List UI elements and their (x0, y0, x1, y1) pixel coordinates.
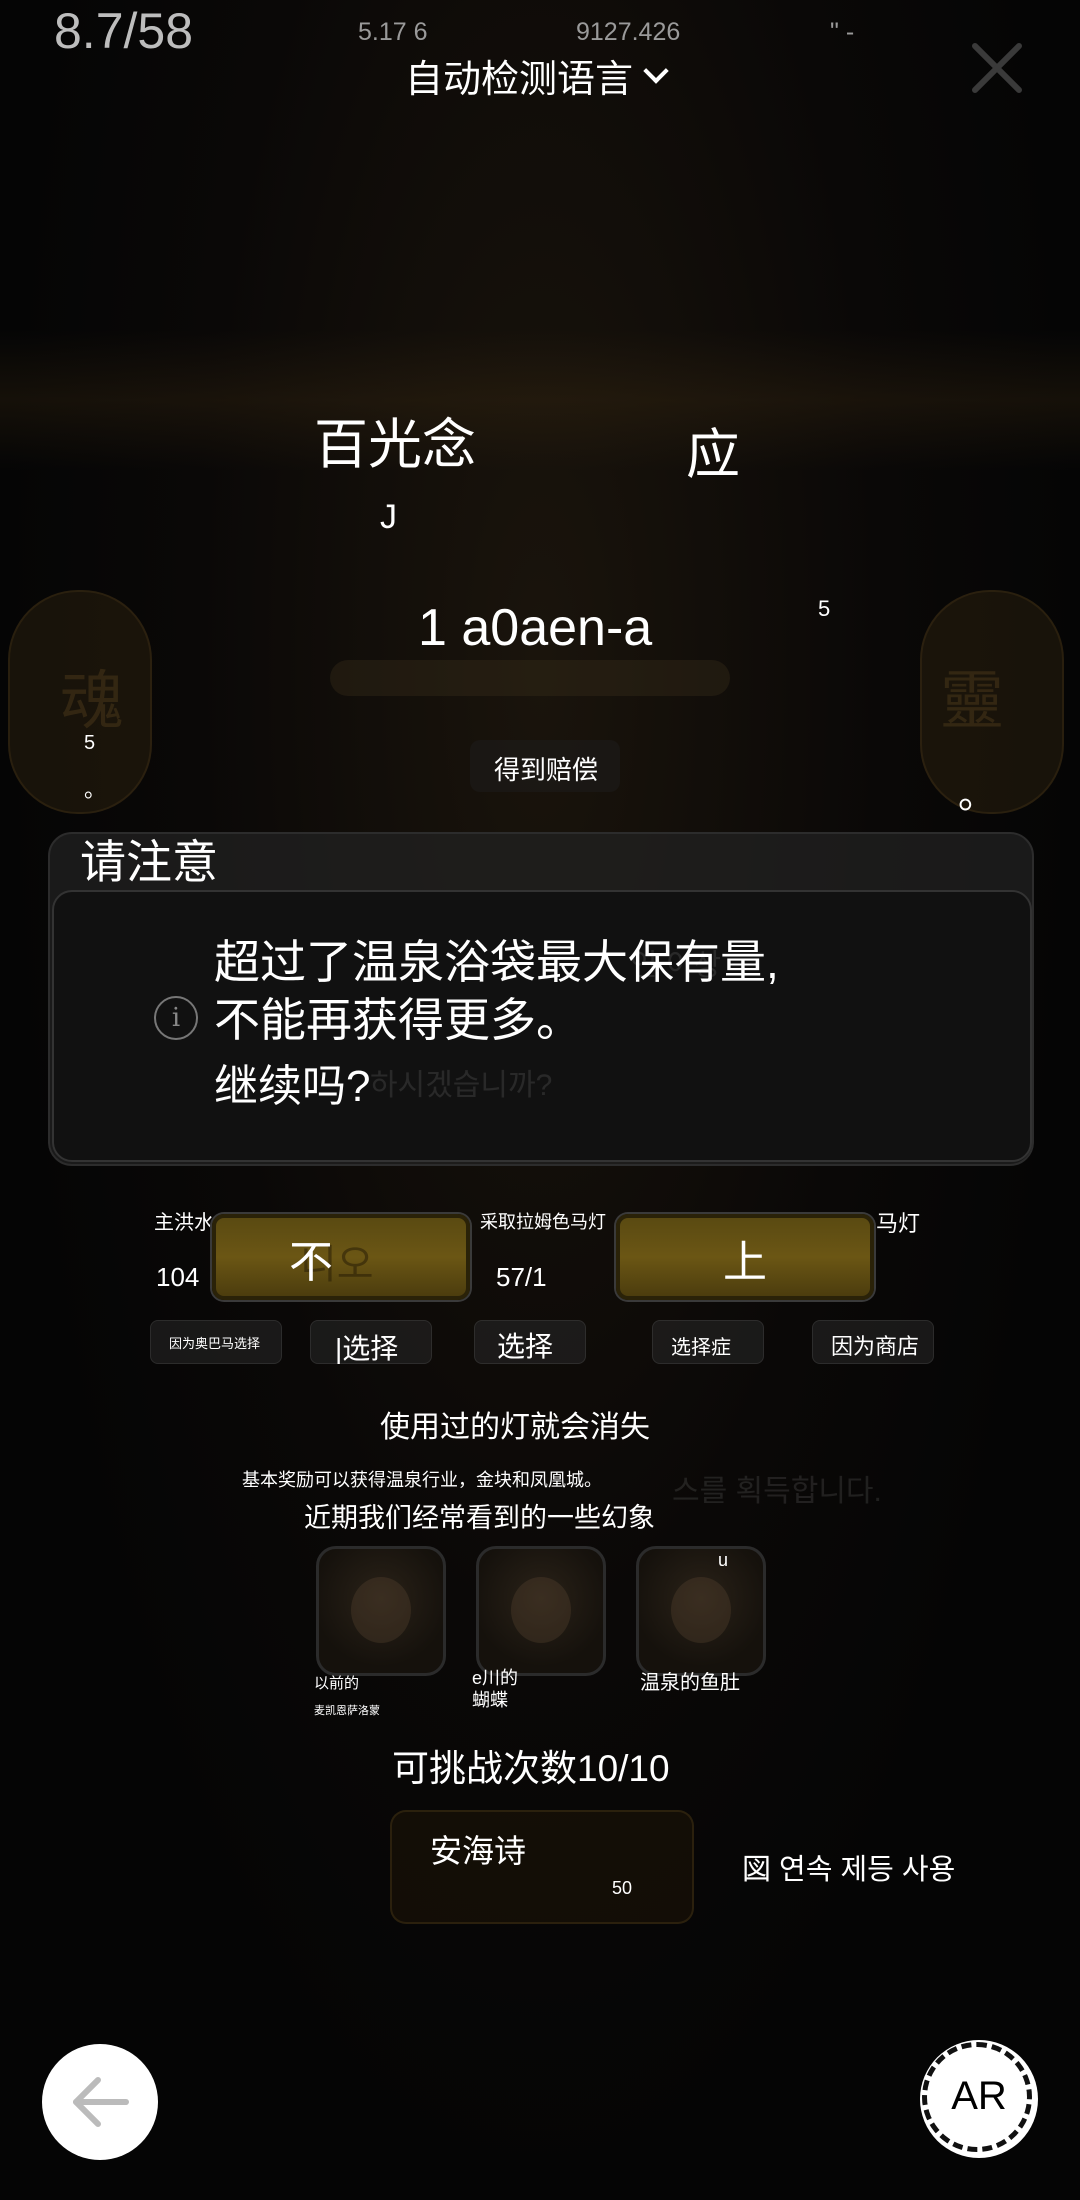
compensation-button[interactable]: 得到赔偿 (470, 740, 620, 792)
left-lantern-glyph: 魂 (60, 665, 124, 739)
right-lantern-glyph: 靈 (940, 665, 1004, 739)
item-label-3: 马灯 (876, 1211, 921, 1236)
arrow-left-icon (73, 2077, 129, 2127)
dialog-title: 请注意 (80, 836, 218, 888)
title-part-1: 百光念 (314, 415, 476, 475)
dialog-ghost-text-2: 하시겠습니까? (370, 1069, 553, 1102)
right-dot: 。 (958, 775, 997, 817)
info-ghost-line: 스를 획득합니다. (672, 1475, 882, 1508)
info-line-2: 基本奖励可以获得温泉行业，金块和凤凰城。 (242, 1470, 602, 1490)
tab-4[interactable]: 因为商店 (812, 1320, 934, 1364)
tab-2-label: 选择 (497, 1331, 554, 1362)
avatar-badge: u (718, 1550, 729, 1570)
left-dot: 。 (84, 777, 107, 802)
progress-bar-background (330, 660, 730, 696)
avatar-tile-1[interactable] (476, 1546, 606, 1676)
avatar-sub-1: 蝴蝶 (472, 1690, 508, 1710)
progress-text: 1 a0aen-a (418, 599, 653, 657)
avatar-caption-0: 以前的 (314, 1675, 360, 1692)
start-button[interactable]: 安海诗 50 (390, 1810, 694, 1924)
tab-3[interactable]: 选择症 (652, 1320, 764, 1364)
tab-2[interactable]: 选择 (474, 1320, 586, 1364)
title-part-2: 应 (686, 425, 740, 485)
chevron-down-icon (643, 57, 669, 84)
tab-0-label: 因为奥巴马选择 (169, 1336, 261, 1351)
no-button[interactable]: 니오 不 (212, 1214, 470, 1300)
item-label-1: 主洪水 (154, 1212, 214, 1234)
title-mark: J (380, 498, 397, 536)
challenge-count: 可挑战次数10/10 (392, 1748, 670, 1789)
left-counter: 5 (84, 732, 96, 754)
tab-0[interactable]: 因为奥巴马选择 (150, 1320, 282, 1364)
status-item-2: 9127.426 (576, 18, 681, 46)
status-time: 8.7/58 (54, 3, 194, 59)
item-value-2: 57/1 (496, 1262, 547, 1292)
tab-1[interactable]: |选择 (310, 1320, 432, 1364)
yes-button[interactable]: 上 (616, 1214, 874, 1300)
tab-1-label: |选择 (335, 1333, 399, 1364)
dialog-message-line-2: 不能再获得更多。 (214, 994, 582, 1046)
tab-4-label: 因为商店 (831, 1334, 920, 1359)
avatar-tile-2[interactable] (636, 1546, 766, 1676)
language-label: 自动检测语言 (405, 59, 634, 101)
tab-3-label: 选择症 (671, 1337, 731, 1359)
dialog-message-line-1: 超过了温泉浴袋最大保有量, (214, 936, 779, 988)
compensation-label: 得到赔偿 (494, 755, 599, 785)
avatar-1 (511, 1577, 571, 1643)
dialog-message-line-3: 继续吗? (214, 1062, 371, 1111)
avatar-caption-2: 温泉的鱼肚 (640, 1672, 740, 1694)
start-button-cost: 50 (612, 1878, 633, 1898)
close-icon[interactable] (965, 36, 1029, 100)
no-button-label: 不 (289, 1238, 333, 1287)
continuous-use-toggle[interactable]: 図 연속 제등 사용 (742, 1846, 955, 1888)
back-button[interactable] (42, 2044, 158, 2160)
status-item-1: 5.17 6 (358, 18, 428, 46)
ar-button[interactable]: AR (920, 2040, 1038, 2158)
start-button-label: 安海诗 (430, 1833, 527, 1869)
progress-badge: 5 (818, 596, 831, 621)
background-band (0, 330, 1080, 470)
item-value-1: 104 (156, 1262, 200, 1292)
avatar-2 (671, 1577, 731, 1643)
avatar-0 (351, 1577, 411, 1643)
status-item-3: " - (830, 18, 855, 46)
game-screen: 魂 靈 8.7/58 5.17 6 9127.426 " - 自动检测语言 百光… (0, 0, 1080, 2200)
ar-label: AR (951, 2074, 1007, 2118)
language-selector[interactable]: 自动检测语言 (405, 48, 669, 103)
avatar-tile-0[interactable] (316, 1546, 446, 1676)
avatar-sub-0: 麦凯恩萨洛蒙 (314, 1705, 380, 1717)
item-label-2: 采取拉姆色马灯 (480, 1212, 606, 1232)
yes-button-label: 上 (723, 1238, 767, 1287)
info-line-3: 近期我们经常看到的一些幻象 (304, 1503, 655, 1533)
info-line-1: 使用过的灯就会消失 (380, 1411, 650, 1444)
info-icon: i (154, 996, 198, 1040)
